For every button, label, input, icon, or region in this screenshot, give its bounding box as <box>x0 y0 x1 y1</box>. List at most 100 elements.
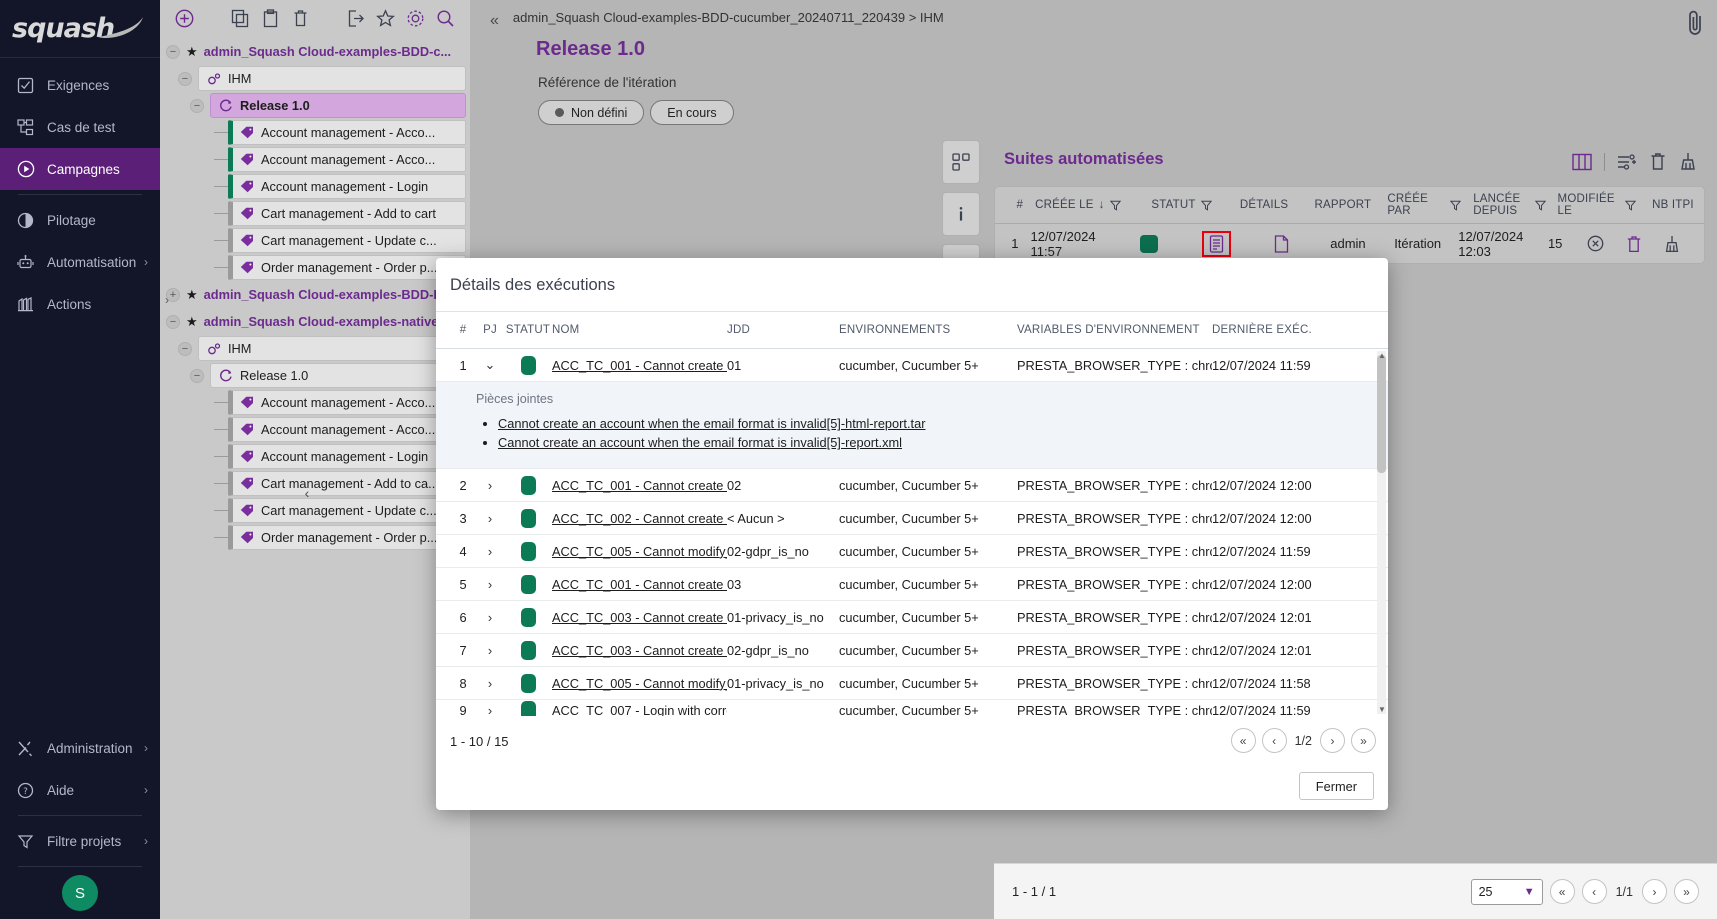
execution-name-link[interactable]: ACC_TC_001 - Cannot create ... <box>552 577 727 592</box>
scroll-down-icon[interactable]: ▼ <box>1378 705 1386 714</box>
sidebar-item-filtre-projets[interactable]: Filtre projets › <box>0 820 160 862</box>
expand-toggle-icon[interactable]: › <box>479 703 501 716</box>
tree-test-item[interactable]: Account management - Login <box>228 174 466 199</box>
filter-add-icon[interactable] <box>1617 153 1637 171</box>
tree-folder-node[interactable]: − Release 1.0 <box>160 362 470 389</box>
tree-folder-node[interactable]: − IHM <box>160 65 470 92</box>
expand-toggle-icon[interactable]: › <box>479 511 501 526</box>
dialog-table-row[interactable]: 4 › ACC_TC_005 - Cannot modify_... 02-gdpr_… <box>436 535 1388 569</box>
column-header[interactable]: RAPPORT <box>1304 199 1381 211</box>
filter-icon[interactable] <box>1450 200 1462 211</box>
columns-icon[interactable] <box>1572 153 1592 171</box>
dialog-table-row[interactable]: 9 › ACC_TC_007 - Login with correct Accoun… <box>436 700 1388 716</box>
tree-root-node[interactable]: − ★ admin_Squash Cloud-examples-native-... <box>160 308 470 335</box>
column-header[interactable]: STATUT <box>1139 199 1223 211</box>
tree-leaf-node[interactable]: Account management - Acco... <box>160 119 470 146</box>
tree-toggle-icon[interactable]: − <box>178 71 192 86</box>
dialog-first-page-button[interactable]: « <box>1230 728 1256 753</box>
search-icon[interactable] <box>430 3 460 33</box>
filter-icon[interactable] <box>1109 200 1121 211</box>
tree-root-node[interactable]: + ★ admin_Squash Cloud-examples-BDD-R... <box>160 281 470 308</box>
app-logo[interactable]: squash <box>0 0 160 58</box>
next-page-button[interactable]: › <box>1642 879 1667 904</box>
attachment-link[interactable]: Cannot create an account when the email … <box>498 416 925 431</box>
panel-collapse-toggle[interactable]: « <box>490 12 499 30</box>
tree-toggle-icon[interactable]: − <box>190 98 204 113</box>
sidebar-item-aide[interactable]: ? Aide › <box>0 769 160 811</box>
tree-leaf-node[interactable]: Account management - Acco... <box>160 416 470 443</box>
tab-dashboard[interactable] <box>942 140 980 184</box>
expand-toggle-icon[interactable]: › <box>479 676 501 691</box>
tree-folder-node[interactable]: − IHM <box>160 335 470 362</box>
document-icon[interactable] <box>1274 234 1289 253</box>
vertical-scrollbar[interactable]: ▲ ▼ <box>1377 351 1386 714</box>
table-row[interactable]: 1 12/07/2024 11:57 admin Itération 12/07/202… <box>995 223 1704 263</box>
dialog-last-page-button[interactable]: » <box>1351 728 1376 753</box>
column-header[interactable]: # <box>995 199 1029 211</box>
scroll-up-icon[interactable]: ▲ <box>1378 351 1386 360</box>
execution-name-link[interactable]: ACC_TC_005 - Cannot modify_... <box>552 676 727 691</box>
tree-leaf-node[interactable]: Order management - Order p... <box>160 254 470 281</box>
avatar[interactable]: S <box>62 875 98 911</box>
star-icon[interactable] <box>371 3 401 33</box>
tree-toggle-icon[interactable]: − <box>166 314 180 329</box>
tree-test-item[interactable]: Account management - Acco... <box>228 120 466 145</box>
column-header[interactable]: DÉTAILS <box>1224 199 1305 211</box>
column-header[interactable]: NB ITPI <box>1642 199 1704 211</box>
tree-node-chip[interactable]: Release 1.0 <box>210 363 466 388</box>
tree-toggle-icon[interactable]: − <box>190 368 204 383</box>
tree-test-item[interactable]: Order management - Order p... <box>228 525 466 550</box>
expand-toggle-icon[interactable]: ⌄ <box>479 357 501 373</box>
column-header[interactable]: CRÉÉE LE ↓ <box>1029 199 1139 211</box>
tab-info[interactable] <box>942 192 980 236</box>
status-pill-non-defini[interactable]: Non défini <box>538 100 645 125</box>
execution-name-link[interactable]: ACC_TC_002 - Cannot create ... <box>552 511 727 526</box>
status-pill-en-cours[interactable]: En cours <box>650 100 734 125</box>
sidebar-item-campagnes[interactable]: Campagnes <box>0 148 160 190</box>
expand-toggle-icon[interactable]: › <box>479 544 501 559</box>
tree-leaf-node[interactable]: Cart management - Add to cart <box>160 200 470 227</box>
column-header[interactable]: CRÉÉE PAR <box>1381 193 1467 217</box>
tree-root-node[interactable]: − ★ admin_Squash Cloud-examples-BDD-c... <box>160 38 470 65</box>
tree-leaf-node[interactable]: Account management - Login <box>160 443 470 470</box>
delete-icon[interactable] <box>285 3 315 33</box>
prev-page-button[interactable]: ‹ <box>1581 879 1607 904</box>
tree-test-item[interactable]: Account management - Login <box>228 444 466 469</box>
tree-node-chip[interactable]: Release 1.0 <box>210 93 466 118</box>
sidebar-item-pilotage[interactable]: Pilotage <box>0 199 160 241</box>
copy-icon[interactable] <box>226 3 256 33</box>
expand-toggle-icon[interactable]: › <box>479 610 501 625</box>
tree-leaf-node[interactable]: Account management - Acco... <box>160 389 470 416</box>
last-page-button[interactable]: » <box>1674 879 1699 904</box>
dialog-table-row[interactable]: 1 ⌄ ACC_TC_001 - Cannot create ... 01 cucumb… <box>436 349 1388 383</box>
dialog-table-row[interactable]: 6 › ACC_TC_003 - Cannot create ... 01-priva… <box>436 601 1388 635</box>
tree-test-item[interactable]: Cart management - Add to cart <box>228 201 466 226</box>
tree-test-item[interactable]: Cart management - Update c... <box>228 498 466 523</box>
tree-leaf-node[interactable]: Account management - Login <box>160 173 470 200</box>
tree-test-item[interactable]: Order management - Order p... <box>228 255 466 280</box>
attachment-link[interactable]: Cannot create an account when the email … <box>498 435 902 450</box>
execution-name-link[interactable]: ACC_TC_007 - Login with correct Account <box>552 703 727 716</box>
first-page-button[interactable]: « <box>1549 879 1575 904</box>
dialog-table-row[interactable]: 5 › ACC_TC_001 - Cannot create ... 03 cucumb… <box>436 568 1388 602</box>
export-icon[interactable] <box>341 3 371 33</box>
tree-toggle-icon[interactable]: − <box>166 44 180 59</box>
sort-desc-icon[interactable]: ↓ <box>1099 199 1105 211</box>
filter-icon[interactable] <box>1200 200 1212 211</box>
column-header[interactable]: LANCÉE DEPUIS <box>1467 193 1551 217</box>
expand-toggle-icon[interactable]: › <box>479 643 501 658</box>
tree-leaf-node[interactable]: Cart management - Update c... <box>160 227 470 254</box>
execution-name-link[interactable]: ACC_TC_001 - Cannot create ... <box>552 358 727 373</box>
tree-test-item[interactable]: Cart management - Add to ca... <box>228 471 466 496</box>
page-size-select[interactable]: 25 ▼ <box>1470 878 1543 905</box>
filter-icon[interactable] <box>1534 200 1546 211</box>
nav-expand-handle[interactable]: › <box>160 290 174 310</box>
expand-toggle-icon[interactable]: › <box>479 478 501 493</box>
column-header[interactable]: MODIFIÉE LE <box>1552 193 1642 217</box>
tree-collapse-handle[interactable]: ‹ <box>298 482 316 504</box>
dialog-table-row[interactable]: 8 › ACC_TC_005 - Cannot modify_... 01-priva… <box>436 667 1388 701</box>
execution-name-link[interactable]: ACC_TC_001 - Cannot create ... <box>552 478 727 493</box>
broom-icon[interactable] <box>1664 235 1680 253</box>
close-button[interactable]: Fermer <box>1298 772 1374 800</box>
dialog-prev-page-button[interactable]: ‹ <box>1261 728 1287 753</box>
